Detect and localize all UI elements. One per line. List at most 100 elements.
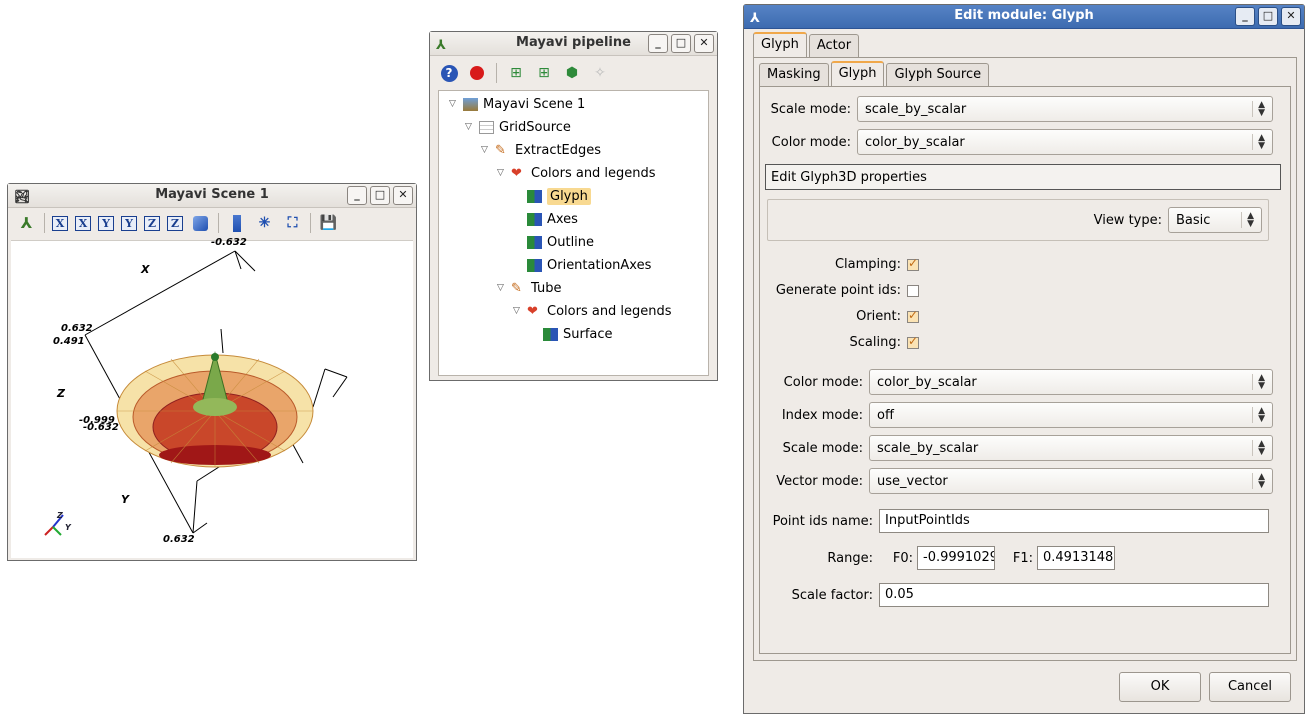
pipeline-tree[interactable]: ▽ Mayavi Scene 1 ▽ GridSource ▽ ✎ Extrac… <box>438 90 709 376</box>
tree-node-tube[interactable]: ▽ ✎ Tube <box>495 278 561 298</box>
generate-point-ids-row: Generate point ids: <box>765 283 919 298</box>
axes-indicator-icon[interactable]: ✳ <box>254 213 275 234</box>
view-type-row: View type: Basic ▲ ▼ <box>1094 207 1262 233</box>
scene-titlebar[interactable]: 🏞 Mayavi Scene 1 _ □ ✕ <box>8 184 416 208</box>
scale-factor-input[interactable]: 0.05 <box>879 583 1269 607</box>
color-mode-select[interactable]: color_by_scalar ▲ ▼ <box>857 129 1273 155</box>
range-f0-input[interactable]: -0.9991029 <box>917 546 995 570</box>
add-filter-icon[interactable]: ⊞ <box>535 64 553 82</box>
glyph-color-mode-select[interactable]: color_by_scalar ▲ ▼ <box>869 369 1273 395</box>
filter-icon: ✎ <box>495 142 506 158</box>
range-f1-input[interactable]: 0.49131489 <box>1037 546 1115 570</box>
expand-arrow-icon[interactable]: ▽ <box>479 145 490 155</box>
minimize-button[interactable]: _ <box>347 186 367 205</box>
isometric-icon[interactable] <box>190 213 211 234</box>
tree-node-extractedges[interactable]: ▽ ✎ ExtractEdges <box>479 140 601 160</box>
scene-app-icon: 🏞 <box>14 190 31 205</box>
expand-arrow-icon[interactable]: ▽ <box>447 99 458 109</box>
view-y-minus-icon[interactable]: Y <box>121 215 137 231</box>
tab-glyph[interactable]: Glyph <box>753 32 807 58</box>
close-button[interactable]: ✕ <box>694 34 714 53</box>
tree-node-gridsource[interactable]: ▽ GridSource <box>463 117 571 137</box>
vector-mode-select[interactable]: use_vector ▲ ▼ <box>869 468 1273 494</box>
expand-arrow-icon[interactable]: ▽ <box>495 283 506 293</box>
render-view[interactable]: -0.632 X 0.632 0.491 Z -0.999 -0.632 Y 0… <box>11 237 413 558</box>
tree-node-glyph[interactable]: Glyph <box>527 186 591 206</box>
pipeline-titlebar[interactable]: ⅄ Mayavi pipeline _ □ ✕ <box>430 32 717 56</box>
maximize-button[interactable]: □ <box>370 186 390 205</box>
mayavi-logo-icon[interactable]: ⅄ <box>16 213 37 234</box>
scaling-row: Scaling: <box>765 334 919 350</box>
expand-arrow-icon[interactable]: ▽ <box>511 306 522 316</box>
color-mode-value: color_by_scalar <box>865 134 965 150</box>
minimize-button[interactable]: _ <box>648 34 668 53</box>
view-z-plus-icon[interactable]: Z <box>144 215 160 231</box>
colors-legends-icon: ❤ <box>511 165 522 181</box>
view-x-plus-icon[interactable]: X <box>52 215 68 231</box>
maximize-button[interactable]: □ <box>1258 7 1278 26</box>
record-icon[interactable] <box>468 64 486 82</box>
tree-node-label: Tube <box>531 280 562 296</box>
fullscreen-icon[interactable]: ⛶ <box>282 213 303 234</box>
view-y-plus-icon[interactable]: Y <box>98 215 114 231</box>
view-z-minus-icon[interactable]: Z <box>167 215 183 231</box>
tree-node-orientationaxes[interactable]: OrientationAxes <box>527 255 651 275</box>
tree-node-colors-legends[interactable]: ▽ ❤ Colors and legends <box>495 163 656 183</box>
tree-node-scene[interactable]: ▽ Mayavi Scene 1 <box>447 94 585 114</box>
tab-masking[interactable]: Masking <box>759 63 829 87</box>
view-x-minus-icon[interactable]: X <box>75 215 91 231</box>
save-icon[interactable]: 💾 <box>318 213 339 234</box>
tree-node-label: ExtractEdges <box>515 142 602 158</box>
add-disabled-icon: ✧ <box>594 65 606 81</box>
edit-title: Edit module: Glyph <box>954 8 1094 23</box>
range-label: Range: <box>827 550 873 566</box>
glyph-scale-mode-select[interactable]: scale_by_scalar ▲ ▼ <box>869 435 1273 461</box>
glyph-scale-mode-row: Scale mode: scale_by_scalar ▲ ▼ <box>765 435 1273 461</box>
help-icon[interactable]: ? <box>440 64 458 82</box>
scale-mode-value: scale_by_scalar <box>865 101 967 117</box>
combo-arrows-icon: ▲ ▼ <box>1252 101 1265 118</box>
clamping-checkbox[interactable] <box>907 256 919 271</box>
parallel-projection-icon[interactable] <box>226 213 247 234</box>
close-button[interactable]: ✕ <box>393 186 413 205</box>
cancel-button[interactable]: Cancel <box>1209 672 1291 702</box>
generate-point-ids-checkbox[interactable] <box>907 284 919 297</box>
tree-node-outline[interactable]: Outline <box>527 232 594 252</box>
tab-actor[interactable]: Actor <box>808 34 860 58</box>
index-mode-label: Index mode: <box>781 407 863 423</box>
vector-mode-row: Vector mode: use_vector ▲ ▼ <box>765 468 1273 494</box>
pipeline-window: ⅄ Mayavi pipeline _ □ ✕ ? ⊞ ⊞ ⬢ ✧ ▽ Maya… <box>429 31 718 381</box>
edit-glyph3d-header[interactable]: Edit Glyph3D properties <box>765 164 1281 190</box>
ok-button[interactable]: OK <box>1119 672 1201 702</box>
add-source-icon[interactable]: ⊞ <box>507 64 525 82</box>
scaling-checkbox[interactable] <box>907 334 919 349</box>
tree-node-label: Colors and legends <box>547 303 672 319</box>
view-type-select[interactable]: Basic ▲ ▼ <box>1168 207 1262 233</box>
y-axis-label: Y <box>121 493 129 506</box>
point-ids-name-input[interactable]: InputPointIds <box>879 509 1269 533</box>
tab-glyph-inner[interactable]: Glyph <box>830 61 885 87</box>
expand-arrow-icon[interactable]: ▽ <box>463 122 474 132</box>
orient-checkbox[interactable] <box>907 308 919 323</box>
pipeline-title: Mayavi pipeline <box>516 35 631 50</box>
tree-node-surface[interactable]: Surface <box>543 324 613 344</box>
close-button[interactable]: ✕ <box>1281 7 1301 26</box>
maximize-button[interactable]: □ <box>671 34 691 53</box>
view-type-value: Basic <box>1176 212 1211 228</box>
tree-node-axes[interactable]: Axes <box>527 209 578 229</box>
scale-mode-select[interactable]: scale_by_scalar ▲ ▼ <box>857 96 1273 122</box>
scale-factor-row: Scale factor: 0.05 <box>765 583 1269 607</box>
index-mode-select[interactable]: off ▲ ▼ <box>869 402 1273 428</box>
tick-label: -0.632 <box>211 237 247 248</box>
edit-titlebar[interactable]: ⅄ Edit module: Glyph _ □ ✕ <box>744 5 1304 29</box>
minimize-button[interactable]: _ <box>1235 7 1255 26</box>
orient-row: Orient: <box>765 308 919 324</box>
glyph-color-mode-value: color_by_scalar <box>877 374 977 390</box>
add-module-icon[interactable]: ⬢ <box>563 64 581 82</box>
tab-glyph-source[interactable]: Glyph Source <box>886 63 990 87</box>
expand-arrow-icon[interactable]: ▽ <box>495 168 506 178</box>
module-icon <box>527 235 542 249</box>
scene-icon <box>463 97 478 111</box>
tree-node-colors-legends[interactable]: ▽ ❤ Colors and legends <box>511 301 672 321</box>
glyph-color-mode-row: Color mode: color_by_scalar ▲ ▼ <box>765 369 1273 395</box>
